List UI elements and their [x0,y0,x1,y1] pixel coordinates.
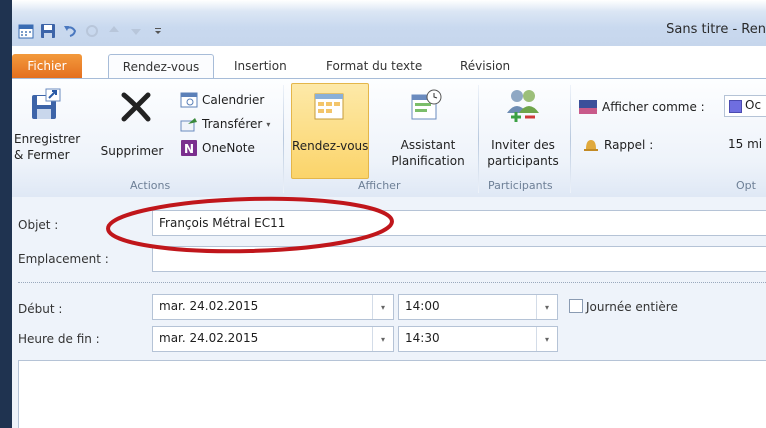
ribbon-tabs: Fichier Rendez-vous Insertion Format du … [12,54,766,79]
tab-insert[interactable]: Insertion [234,54,287,78]
scheduling-assistant-button[interactable]: Assistant Planification [382,83,474,177]
start-date-value: mar. 24.02.2015 [159,299,259,313]
reminder-label: Rappel : [604,138,654,152]
ribbon-separator [283,85,284,193]
forward-icon [180,118,197,132]
title-bar: Sans titre - Ren [12,0,766,46]
delete-button[interactable]: Supprimer [101,85,170,181]
appointment-calendar-icon [314,93,344,120]
calendar-icon [180,92,198,108]
svg-text:N: N [184,142,194,156]
tab-format-text[interactable]: Format du texte [326,54,422,78]
scheduling-icon [411,89,442,120]
window-title: Sans titre - Ren [666,22,766,37]
calendar-app-icon[interactable] [18,23,34,39]
save-close-label-1: Enregistrer [14,132,81,146]
subject-label: Objet : [18,218,59,232]
start-time-dropdown-icon[interactable]: ▾ [536,295,557,319]
appointment-label: Rendez-vous [292,139,369,153]
save-icon[interactable] [40,23,56,39]
save-close-icon [32,88,61,119]
scheduling-label-2: Planification [391,154,465,168]
quick-access-toolbar [18,20,166,42]
reminder-value: 15 mi [728,137,763,151]
end-date-value: mar. 24.02.2015 [159,331,259,345]
ribbon-separator [478,85,479,193]
tab-appointment[interactable]: Rendez-vous [108,54,214,79]
outlook-appointment-window: Sans titre - Ren Fichier Rendez-vous Ins… [12,0,766,428]
group-show-label: Afficher [358,179,401,192]
all-day-label: Journée entière [586,300,678,314]
up-arrow-icon[interactable] [106,23,122,39]
end-date-dropdown-icon[interactable]: ▾ [372,327,393,351]
group-options-label: Opt [736,179,756,192]
busy-color-icon [729,100,742,113]
scheduling-label-1: Assistant [400,138,456,152]
group-actions-label: Actions [130,179,171,192]
forward-dropdown-icon[interactable]: ▾ [266,120,270,129]
red-annotation-ellipse [106,196,394,254]
delete-label: Supprimer [100,144,164,158]
onenote-button[interactable]: N OneNote [180,139,255,157]
down-arrow-icon[interactable] [128,23,144,39]
end-time-value: 14:30 [405,331,440,345]
group-actions: Enregistrer & Fermer Supprimer Calendrie… [14,81,270,195]
show-as-row: Afficher comme : [578,99,705,115]
location-label: Emplacement : [18,252,109,266]
start-time-input[interactable]: 14:00 ▾ [398,294,558,320]
end-time-dropdown-icon[interactable]: ▾ [536,327,557,351]
onenote-label: OneNote [202,141,255,155]
end-date-input[interactable]: mar. 24.02.2015 ▾ [152,326,394,352]
end-time-input[interactable]: 14:30 ▾ [398,326,558,352]
show-as-label: Afficher comme : [602,100,705,114]
group-participants-label: Participants [488,179,553,192]
reminder-select[interactable]: 15 mi [724,135,766,155]
ribbon: Enregistrer & Fermer Supprimer Calendrie… [12,78,766,198]
form-divider [18,282,766,283]
start-date-input[interactable]: mar. 24.02.2015 ▾ [152,294,394,320]
forward-label: Transférer [202,117,263,131]
start-label: Début : [18,302,63,316]
invite-label-1: Inviter des [491,138,555,152]
onenote-icon: N [181,140,197,156]
forward-button[interactable]: Transférer ▾ [180,115,270,133]
tab-file[interactable]: Fichier [12,54,82,78]
calendar-label: Calendrier [202,93,265,107]
all-day-checkbox[interactable] [569,299,583,313]
notes-body-textarea[interactable] [18,360,766,428]
redo-icon[interactable] [84,23,100,39]
bell-icon [584,140,598,151]
show-as-icon [579,100,597,114]
invite-label-2: participants [487,154,559,168]
show-as-value: Oc [745,98,762,112]
start-time-value: 14:00 [405,299,440,313]
end-label: Heure de fin : [18,332,100,346]
delete-x-icon [121,92,151,122]
invite-participants-button[interactable]: Inviter des participants [480,83,566,177]
left-window-edge [0,0,12,428]
tab-review[interactable]: Révision [460,54,510,78]
save-close-label-2: & Fermer [14,148,70,162]
start-date-dropdown-icon[interactable]: ▾ [372,295,393,319]
reminder-row: Rappel : [582,137,653,153]
ribbon-separator [570,85,571,193]
save-close-button[interactable]: Enregistrer & Fermer [14,85,81,181]
customize-toolbar-icon[interactable] [150,23,166,39]
invite-participants-icon [507,90,539,122]
undo-icon[interactable] [62,23,78,39]
show-as-select[interactable]: Oc [724,95,766,117]
calendar-button[interactable]: Calendrier [180,91,264,109]
appointment-view-button[interactable]: Rendez-vous [291,83,369,179]
